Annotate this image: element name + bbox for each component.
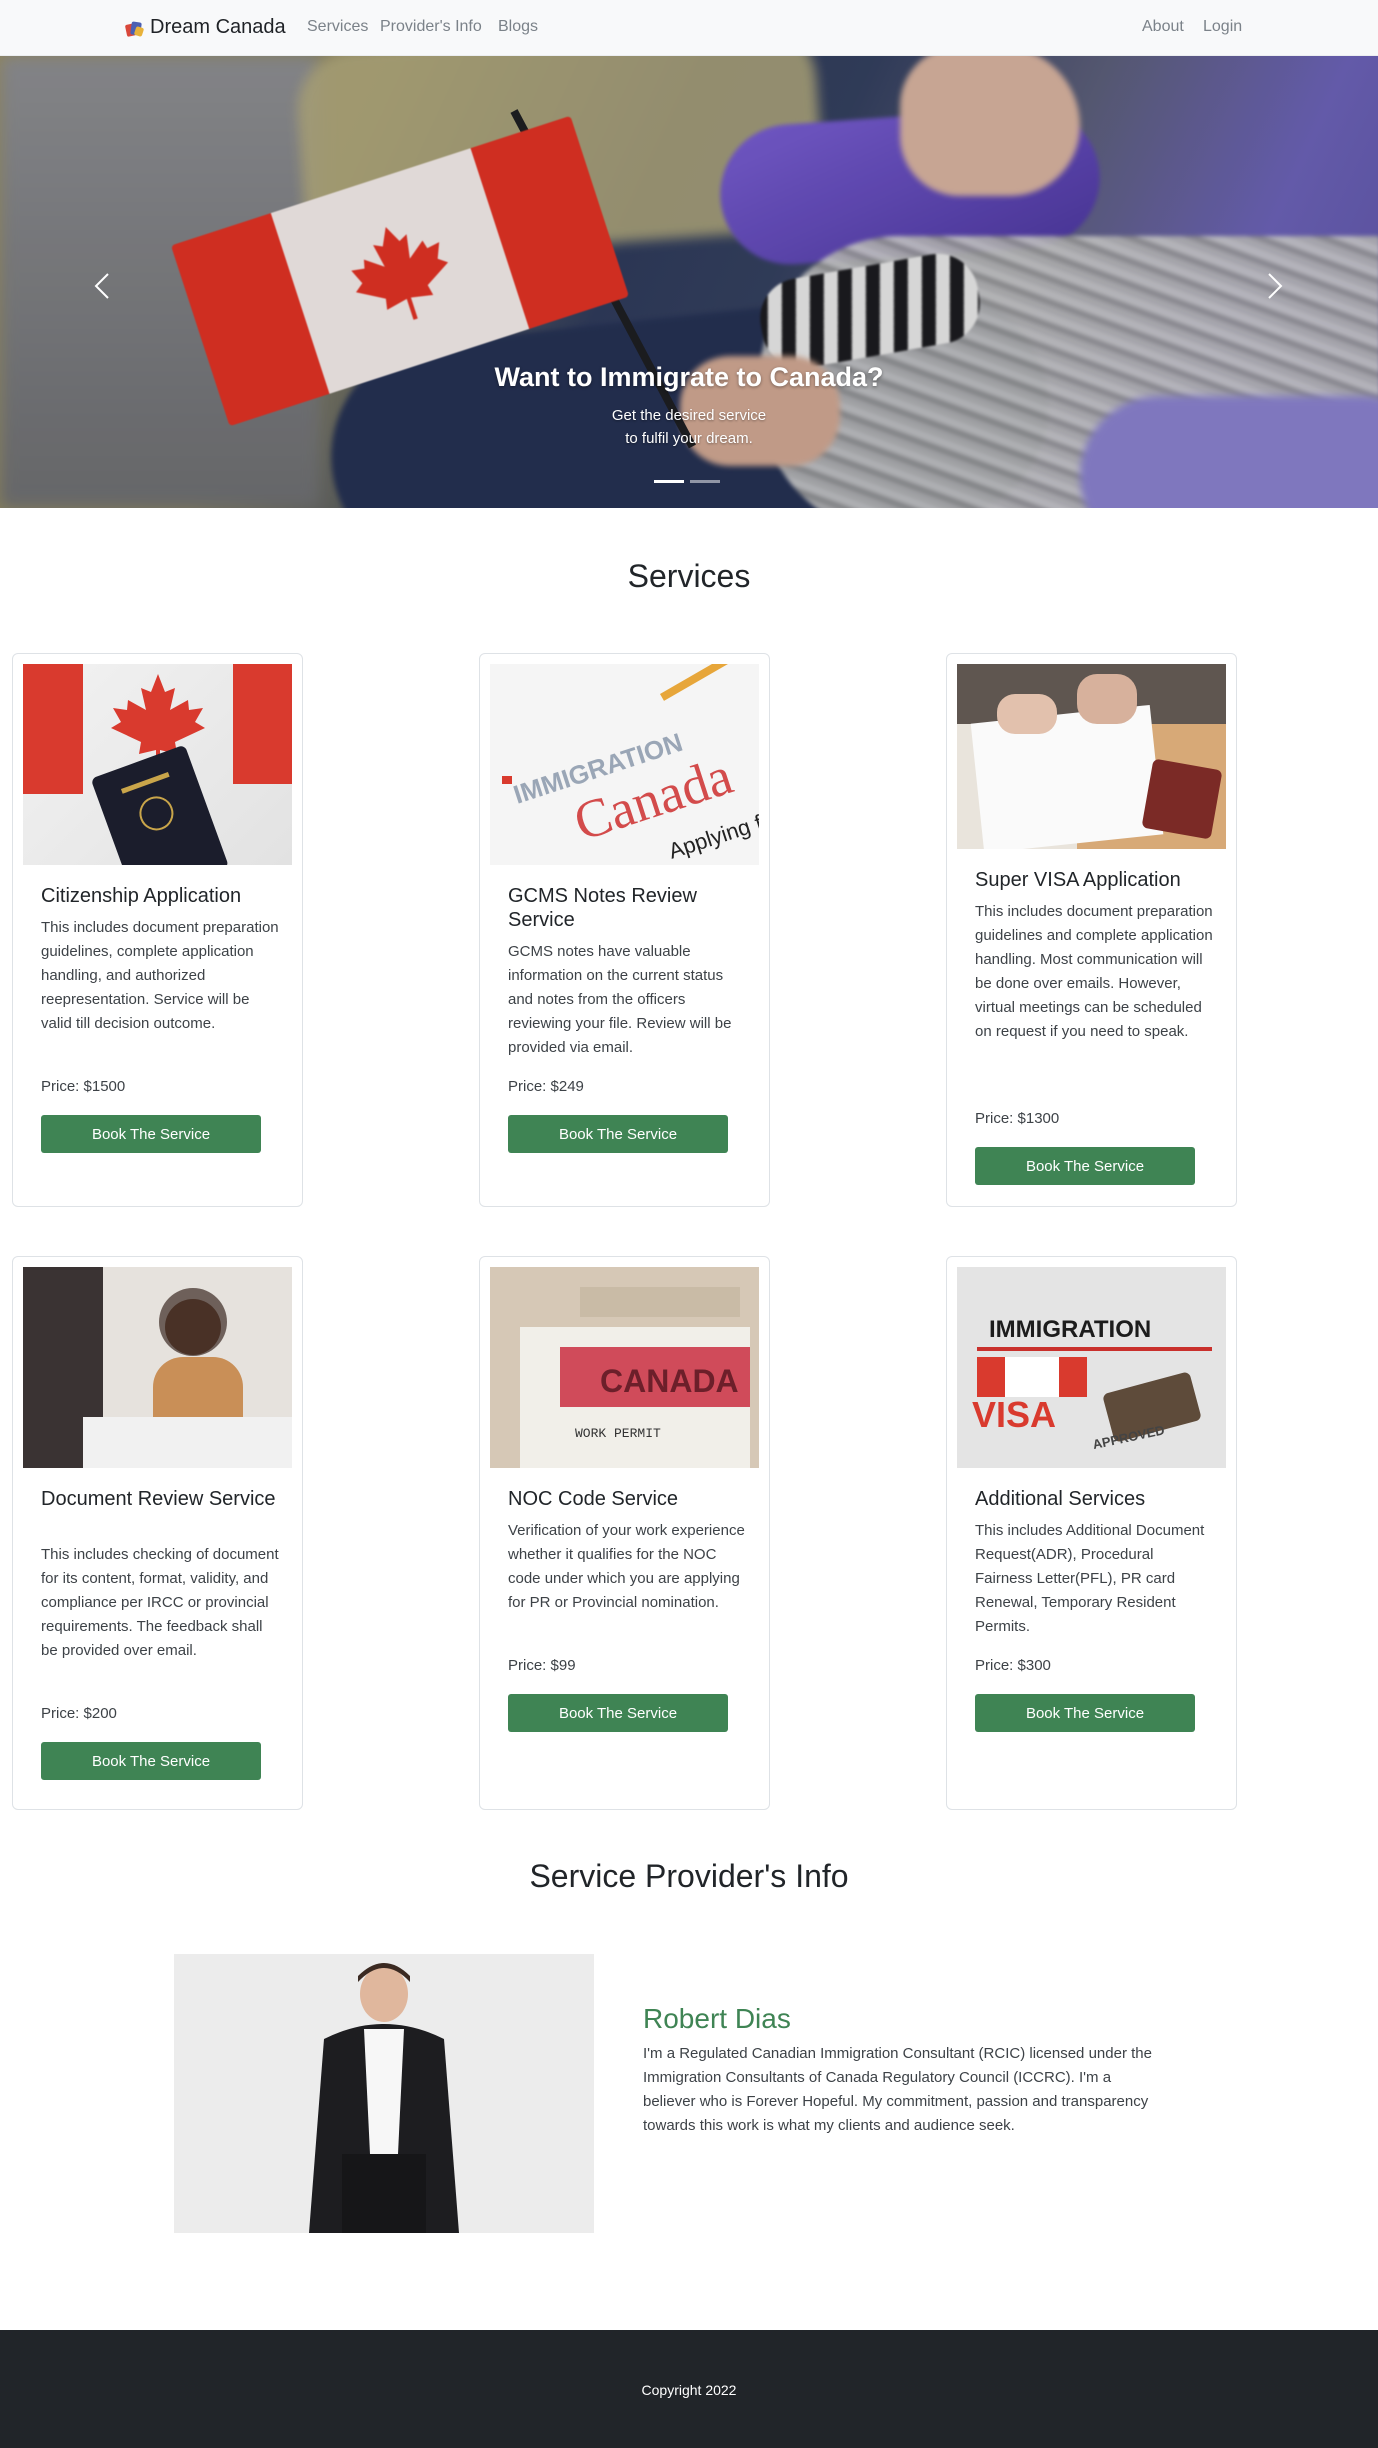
card-description: This includes checking of document for i…	[41, 1546, 279, 1659]
book-service-button[interactable]: Book The Service	[508, 1694, 728, 1732]
card-price: Price: $300	[975, 1657, 1051, 1674]
brand-logo-icon	[124, 19, 145, 37]
card-description: This includes Additional Document Reques…	[975, 1522, 1205, 1635]
passport-image	[23, 664, 292, 865]
navbar: Dream Canada Services Provider's Info Bl…	[0, 0, 1378, 56]
immigration-document-image: IMMIGRATION Canada Applying for a	[490, 664, 759, 865]
hero-carousel: Want to Immigrate to Canada? Get the des…	[0, 56, 1378, 508]
service-card-gcms: IMMIGRATION Canada Applying for a GCMS N…	[479, 653, 770, 1207]
card-title: GCMS Notes Review Service	[508, 885, 697, 931]
card-price: Price: $99	[508, 1657, 576, 1674]
card-title: Super VISA Application	[975, 869, 1181, 891]
provider-name: Robert Dias	[643, 2003, 791, 2034]
nav-link-providers-info[interactable]: Provider's Info	[380, 18, 482, 36]
card-price: Price: $249	[508, 1078, 584, 1095]
service-card-super-visa: Super VISA Application This includes doc…	[946, 653, 1237, 1207]
nav-link-blogs[interactable]: Blogs	[498, 18, 538, 36]
noc-word-work-permit: WORK PERMIT	[575, 1426, 661, 1441]
signing-document-image	[957, 664, 1226, 849]
nav-link-about[interactable]: About	[1142, 18, 1184, 36]
chevron-left-icon	[94, 273, 109, 299]
noc-word-canada: CANADA	[600, 1363, 739, 1399]
hero-title: Want to Immigrate to Canada?	[494, 362, 884, 392]
add-word-immigration: IMMIGRATION	[989, 1316, 1151, 1343]
nav-link-login[interactable]: Login	[1203, 18, 1242, 36]
add-word-visa: VISA	[972, 1394, 1056, 1435]
brand-link[interactable]: Dream Canada	[124, 16, 286, 39]
book-service-button[interactable]: Book The Service	[975, 1694, 1195, 1732]
provider-photo	[174, 1954, 594, 2233]
card-price: Price: $200	[41, 1705, 117, 1722]
service-card-additional: IMMIGRATION VISA APPROVED Additional Ser…	[946, 1256, 1237, 1810]
service-card-citizenship: Citizenship Application This includes do…	[12, 653, 303, 1207]
card-title: Citizenship Application	[41, 885, 242, 907]
copyright-text: Copyright 2022	[641, 2382, 737, 2398]
card-description: GCMS notes have valuable information on …	[508, 943, 732, 1056]
card-title: NOC Code Service	[508, 1488, 679, 1510]
work-permit-image: CANADA WORK PERMIT	[490, 1267, 759, 1468]
chevron-right-icon	[1268, 273, 1283, 299]
card-description: This includes document preparation guide…	[41, 919, 279, 1032]
book-service-button[interactable]: Book The Service	[41, 1115, 261, 1153]
carousel-indicator-2[interactable]	[690, 480, 720, 483]
book-service-button[interactable]: Book The Service	[41, 1742, 261, 1780]
book-service-button[interactable]: Book The Service	[508, 1115, 728, 1153]
service-card-noc-code: CANADA WORK PERMIT NOC Code Service Veri…	[479, 1256, 770, 1810]
carousel-indicators	[654, 480, 720, 483]
service-card-document-review: Document Review Service This includes ch…	[12, 1256, 303, 1810]
services-heading: Services	[627, 558, 751, 594]
carousel-prev-button[interactable]	[83, 266, 123, 306]
immigration-visa-image: IMMIGRATION VISA APPROVED	[957, 1267, 1226, 1468]
footer: Copyright 2022	[0, 2330, 1378, 2448]
nav-link-services[interactable]: Services	[307, 18, 368, 36]
hero-subtitle-line2: to fulfil your dream.	[625, 430, 753, 447]
card-description: Verification of your work experience whe…	[508, 1522, 745, 1611]
provider-heading: Service Provider's Info	[529, 1858, 849, 1894]
card-title: Additional Services	[975, 1488, 1146, 1510]
card-description: This includes document preparation guide…	[975, 903, 1213, 1040]
card-price: Price: $1500	[41, 1078, 126, 1095]
hero-subtitle-line1: Get the desired service	[611, 407, 767, 424]
brand-name: Dream Canada	[150, 16, 286, 38]
carousel-next-button[interactable]	[1254, 266, 1294, 306]
card-price: Price: $1300	[975, 1110, 1060, 1127]
carousel-indicator-1[interactable]	[654, 480, 684, 483]
consultation-image	[23, 1267, 292, 1468]
provider-bio: I'm a Regulated Canadian Immigration Con…	[643, 2045, 1152, 2134]
book-service-button[interactable]: Book The Service	[975, 1147, 1195, 1185]
card-title: Document Review Service	[41, 1488, 276, 1510]
